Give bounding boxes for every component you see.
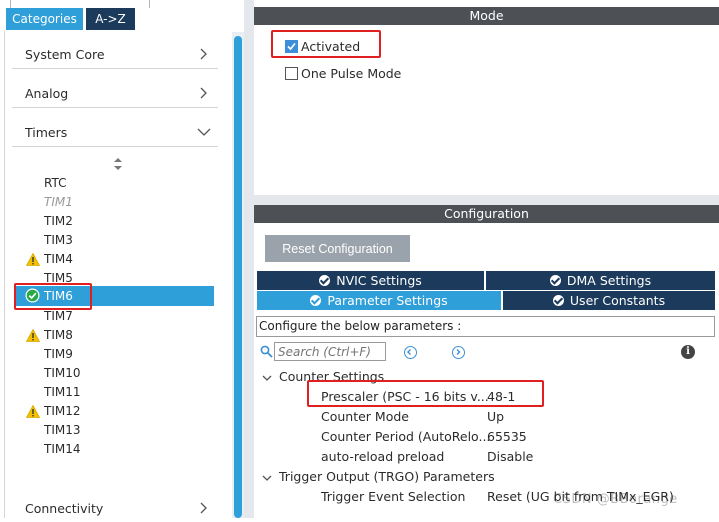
timer-item-tim12[interactable]: TIM12	[44, 402, 81, 420]
check-circle-icon	[319, 275, 331, 286]
category-tabbar: Categories A->Z	[6, 8, 239, 31]
chevron-right-icon	[196, 46, 212, 62]
search-icon	[260, 345, 273, 358]
panel-splitter[interactable]	[254, 195, 719, 205]
tab-dma-settings[interactable]: DMA Settings	[486, 271, 715, 290]
tab-label: NVIC Settings	[336, 273, 422, 288]
expand-caret-icon[interactable]	[262, 372, 272, 382]
timer-item-tim10[interactable]: TIM10	[44, 364, 81, 382]
tab-label: User Constants	[569, 293, 666, 308]
configuration-header: Configuration	[254, 205, 719, 223]
timer-item-tim2[interactable]: TIM2	[44, 212, 73, 230]
timer-item-tim9[interactable]: TIM9	[44, 345, 73, 363]
timer-item-tim13[interactable]: TIM13	[44, 421, 81, 439]
left-scrollbar-thumb[interactable]	[234, 36, 242, 518]
warning-icon	[25, 404, 41, 418]
activated-checkbox[interactable]	[285, 40, 298, 53]
check-circle-icon	[25, 288, 40, 303]
previous-result-icon[interactable]	[404, 346, 417, 359]
info-icon[interactable]: i	[681, 345, 695, 359]
param-value[interactable]: 48-1	[487, 389, 515, 404]
category-label: Timers	[25, 125, 68, 140]
check-circle-icon	[552, 295, 564, 306]
param-name[interactable]: auto-reload preload	[321, 449, 444, 464]
timer-item-tim5[interactable]: TIM5	[44, 269, 73, 287]
group-trigger-output[interactable]: Trigger Output (TRGO) Parameters	[279, 469, 495, 484]
category-label: System Core	[25, 47, 105, 62]
mode-header: Mode	[254, 7, 719, 25]
tab-label: DMA Settings	[566, 273, 652, 288]
warning-icon	[25, 252, 41, 266]
chevron-right-icon	[196, 500, 212, 516]
chevron-down-icon	[196, 124, 212, 140]
param-name[interactable]: Counter Mode	[321, 409, 409, 424]
param-name[interactable]: Counter Period (AutoRelo...	[321, 429, 490, 444]
timer-item-tim8[interactable]: TIM8	[44, 326, 73, 344]
category-analog[interactable]: Analog	[12, 81, 218, 108]
timer-item-rtc[interactable]: RTC	[44, 174, 66, 192]
search-input[interactable]	[274, 342, 386, 361]
timer-label: TIM6	[44, 289, 73, 303]
group-counter-settings[interactable]: Counter Settings	[279, 369, 384, 384]
tab-a-z[interactable]: A->Z	[86, 8, 135, 30]
one-pulse-mode-checkbox[interactable]	[285, 67, 298, 80]
param-value[interactable]: 65535	[487, 429, 527, 444]
timer-item-tim11[interactable]: TIM11	[44, 383, 81, 401]
panel-divider[interactable]	[244, 0, 254, 518]
check-circle-icon	[549, 275, 561, 286]
category-label: Analog	[25, 86, 69, 101]
tab-nvic-settings[interactable]: NVIC Settings	[257, 271, 484, 290]
category-timers[interactable]: Timers	[12, 120, 218, 147]
warning-icon	[25, 328, 41, 342]
param-name[interactable]: Prescaler (PSC - 16 bits v...	[321, 389, 489, 404]
next-result-icon[interactable]	[452, 346, 465, 359]
timer-item-tim1[interactable]: TIM1	[44, 193, 73, 211]
param-value[interactable]: Up	[487, 409, 504, 424]
param-name[interactable]: Trigger Event Selection	[321, 489, 465, 504]
param-value[interactable]: Reset (UG bit from TIMx_EGR)	[487, 489, 674, 504]
tab-categories[interactable]: Categories	[6, 8, 83, 30]
chevron-right-icon	[196, 85, 212, 101]
reset-configuration-button[interactable]: Reset Configuration	[265, 235, 410, 262]
timer-item-tim4[interactable]: TIM4	[44, 250, 73, 268]
expand-caret-icon[interactable]	[262, 472, 272, 482]
category-connectivity[interactable]: Connectivity	[12, 496, 218, 522]
sort-icon[interactable]	[113, 158, 123, 170]
param-value[interactable]: Disable	[487, 449, 533, 464]
one-pulse-mode-label[interactable]: One Pulse Mode	[301, 66, 401, 81]
tab-user-constants[interactable]: User Constants	[503, 291, 715, 310]
check-circle-icon	[310, 295, 322, 306]
timer-item-tim7[interactable]: TIM7	[44, 307, 73, 325]
category-label: Connectivity	[25, 501, 104, 516]
tab-parameter-settings[interactable]: Parameter Settings	[257, 291, 501, 310]
tab-label: Parameter Settings	[327, 293, 448, 308]
timer-item-tim14[interactable]: TIM14	[44, 440, 81, 458]
activated-label[interactable]: Activated	[301, 39, 360, 54]
timer-item-tim3[interactable]: TIM3	[44, 231, 73, 249]
configure-instructions: Configure the below parameters :	[256, 316, 715, 337]
category-system-core[interactable]: System Core	[12, 42, 218, 69]
